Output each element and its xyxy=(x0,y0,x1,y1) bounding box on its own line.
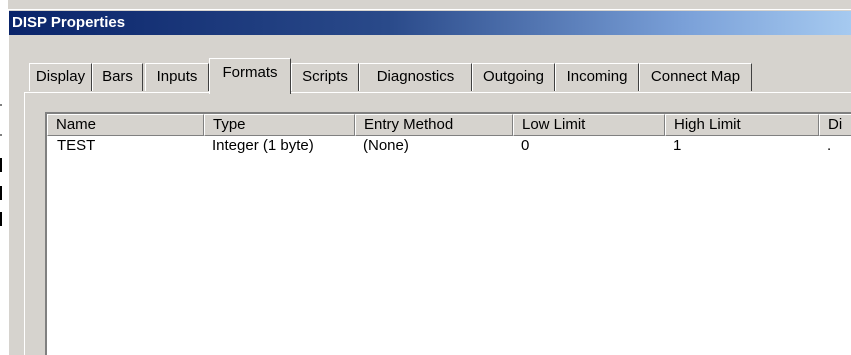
title-bar[interactable]: DISP Properties xyxy=(9,11,851,35)
cell-high-limit: 1 xyxy=(673,137,682,154)
tab-inputs[interactable]: Inputs xyxy=(145,63,209,91)
background-mark xyxy=(0,134,2,136)
tab-strip: Display Bars Inputs Formats Scripts Diag… xyxy=(9,57,851,94)
tab-bars[interactable]: Bars xyxy=(92,63,143,91)
properties-dialog: DISP Properties Display Bars Inputs Form… xyxy=(8,9,851,355)
tab-outgoing[interactable]: Outgoing xyxy=(472,63,555,91)
cell-di: . xyxy=(827,137,832,154)
background-mark xyxy=(0,158,2,172)
tab-scripts[interactable]: Scripts xyxy=(291,63,359,91)
formats-list[interactable]: Name Type Entry Method Low Limit High Li… xyxy=(45,112,851,355)
column-header-type[interactable]: Type xyxy=(204,114,355,136)
column-header-name[interactable]: Name xyxy=(47,114,204,136)
background-mark xyxy=(0,212,2,226)
background-window-strip xyxy=(0,0,8,354)
background-mark xyxy=(0,186,2,200)
tab-panel-border xyxy=(24,92,25,355)
cell-type: Integer (1 byte) xyxy=(212,137,314,154)
table-row[interactable]: TEST Integer (1 byte) (None) 0 1 . xyxy=(47,137,851,157)
tab-connect-map[interactable]: Connect Map xyxy=(639,63,752,91)
tab-display[interactable]: Display xyxy=(29,63,92,91)
column-header-high-limit[interactable]: High Limit xyxy=(665,114,819,136)
list-header: Name Type Entry Method Low Limit High Li… xyxy=(47,114,851,136)
column-header-di[interactable]: Di xyxy=(819,114,851,136)
tab-diagnostics[interactable]: Diagnostics xyxy=(359,63,472,91)
window-title: DISP Properties xyxy=(12,14,126,31)
column-header-low-limit[interactable]: Low Limit xyxy=(513,114,665,136)
background-mark xyxy=(0,104,2,106)
tab-panel-border xyxy=(24,92,851,93)
tab-formats[interactable]: Formats xyxy=(209,58,291,94)
cell-low-limit: 0 xyxy=(521,137,530,154)
column-header-entry-method[interactable]: Entry Method xyxy=(355,114,513,136)
tab-incoming[interactable]: Incoming xyxy=(555,63,639,91)
cell-entry-method: (None) xyxy=(363,137,409,154)
cell-name: TEST xyxy=(57,137,96,154)
